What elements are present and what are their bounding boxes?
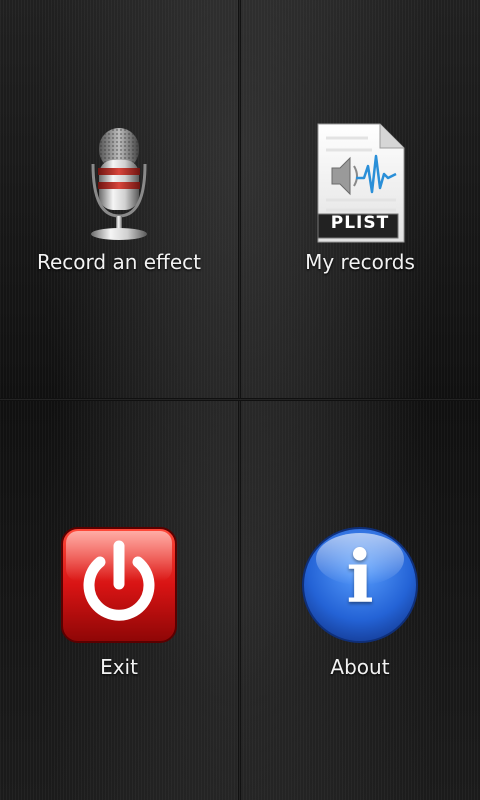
about-button[interactable]: i About [241, 401, 479, 799]
exit-label: Exit [100, 655, 138, 679]
record-effect-label: Record an effect [37, 250, 201, 274]
microphone-icon [57, 122, 181, 246]
my-records-label: My records [305, 250, 415, 274]
record-effect-button[interactable]: Record an effect [0, 0, 238, 398]
my-records-button[interactable]: PLIST My records [241, 0, 479, 398]
info-glyph-wrap: i [241, 541, 479, 613]
power-icon [57, 523, 181, 647]
plist-badge-text: PLIST [330, 213, 390, 233]
info-glyph: i [346, 534, 374, 619]
plist-badge-text-wrap: PLIST [241, 213, 479, 233]
exit-button[interactable]: Exit [0, 401, 238, 799]
about-label: About [330, 655, 390, 679]
